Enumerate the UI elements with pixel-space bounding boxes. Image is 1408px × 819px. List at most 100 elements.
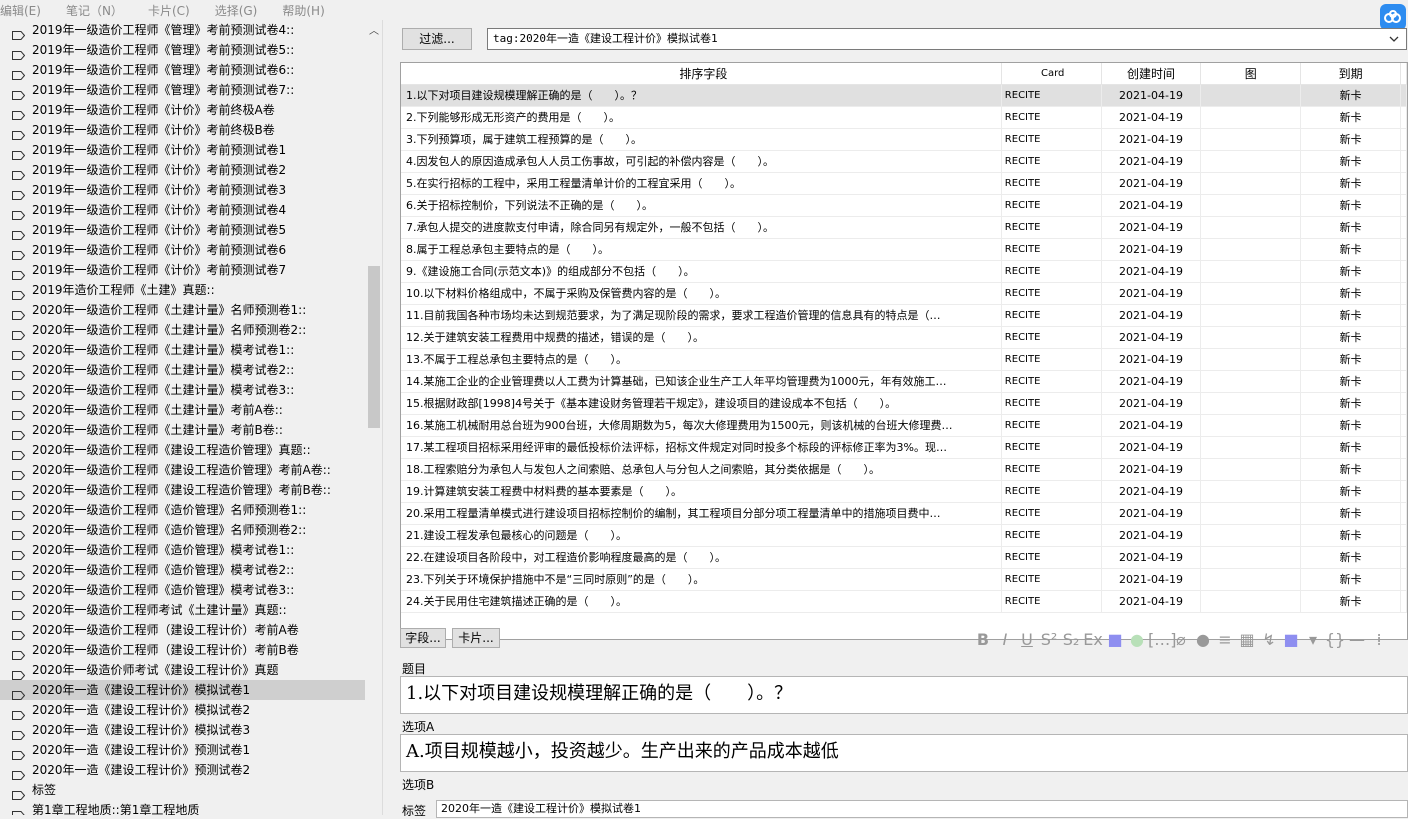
table-row[interactable]: 20.采用工程量清单模式进行建设项目招标控制价的编制，其工程项目分部分项工程量清…: [401, 503, 1407, 525]
field-editor[interactable]: A.项目规模越小，投资越少。生产出来的产品成本越低: [400, 734, 1408, 772]
table-row[interactable]: 2.下列能够形成无形资产的费用是（ ）。 RECITE 2021-04-19 新卡: [401, 107, 1407, 129]
sidebar-item[interactable]: 2019年造价工程师《土建》真题::: [0, 280, 365, 300]
table-row[interactable]: 19.计算建筑安装工程费中材料费的基本要素是（ ）。 RECITE 2021-04-…: [401, 481, 1407, 503]
sidebar-item[interactable]: 2019年一级造价工程师《管理》考前预测试卷6::: [0, 60, 365, 80]
table-row[interactable]: 21.建设工程发承包最核心的问题是（ ）。 RECITE 2021-04-19 新卡: [401, 525, 1407, 547]
sidebar-item[interactable]: 2020年一级造价工程师《造价管理》模考试卷3::: [0, 580, 365, 600]
table-row[interactable]: 8.属于工程总承包主要特点的是（ ）。 RECITE 2021-04-19 新卡: [401, 239, 1407, 261]
sidebar-item[interactable]: 2020年一级造价工程师《土建计量》考前A卷::: [0, 400, 365, 420]
table-row[interactable]: 18.工程索赔分为承包人与发包人之间索赔、总承包人与分包人之间索赔，其分类依据是…: [401, 459, 1407, 481]
sidebar-item[interactable]: 2019年一级造价工程师《管理》考前预测试卷5::: [0, 40, 365, 60]
record-icon[interactable]: ●: [1192, 630, 1214, 649]
search-input[interactable]: tag:2020年一造《建设工程计价》模拟试卷1: [487, 28, 1407, 50]
sidebar-item[interactable]: 2020年一级造价工程师《造价管理》模考试卷1::: [0, 540, 365, 560]
sidebar-item[interactable]: 2020年一级造价工程师《土建计量》名师预测卷1::: [0, 300, 365, 320]
menu-item[interactable]: 编辑(E): [0, 2, 50, 19]
code-icon[interactable]: {}: [1324, 630, 1346, 649]
sidebar-item[interactable]: 2019年一级造价工程师《计价》考前预测试卷2: [0, 160, 365, 180]
cards-button[interactable]: 卡片...: [452, 628, 500, 648]
table-row[interactable]: 22.在建设项目各阶段中，对工程造价影响程度最高的是（ ）。 RECITE 2021…: [401, 547, 1407, 569]
sidebar-item[interactable]: 2020年一级造价工程师（建设工程计价）考前B卷: [0, 640, 365, 660]
sidebar-item[interactable]: 2020年一级造价工程师《土建计量》考前B卷::: [0, 420, 365, 440]
sidebar-item[interactable]: 2020年一造《建设工程计价》模拟试卷1: [0, 680, 365, 700]
table-row[interactable]: 14.某施工企业的企业管理费以人工费为计算基础，已知该企业生产工人年平均管理费为…: [401, 371, 1407, 393]
underline-icon[interactable]: U: [1016, 630, 1038, 649]
chevron-down-icon[interactable]: [1388, 33, 1400, 45]
strike-icon[interactable]: ↯: [1258, 630, 1280, 649]
sidebar-item[interactable]: 2020年一造《建设工程计价》预测试卷1: [0, 740, 365, 760]
scroll-up-icon[interactable]: ︿: [368, 22, 380, 37]
cloze-icon[interactable]: […]: [1148, 630, 1176, 649]
table-row[interactable]: 9.《建设施工合同(示范文本)》的组成部分不包括（ ）。 RECITE 2021-0…: [401, 261, 1407, 283]
table-row[interactable]: 11.目前我国各种市场均未达到规范要求，为了满足现阶段的需求，要求工程造价管理的…: [401, 305, 1407, 327]
italic-icon[interactable]: I: [994, 630, 1016, 649]
subscript-icon[interactable]: S₂: [1060, 630, 1082, 649]
table-icon[interactable]: ▦: [1236, 630, 1258, 649]
sidebar-item[interactable]: 2020年一级造价工程师《土建计量》模考试卷2::: [0, 360, 365, 380]
sidebar-item[interactable]: 2020年一级造价工程师《建设工程造价管理》考前A卷::: [0, 460, 365, 480]
attach-icon[interactable]: ⌀: [1170, 630, 1192, 649]
table-row[interactable]: 6.关于招标控制价，下列说法不正确的是（ ）。 RECITE 2021-04-19 新…: [401, 195, 1407, 217]
sidebar-item[interactable]: 2020年一级造价工程师《建设工程造价管理》考前B卷::: [0, 480, 365, 500]
sidebar-item[interactable]: 2020年一级造价工程师考试《土建计量》真题::: [0, 600, 365, 620]
superscript-icon[interactable]: S²: [1038, 630, 1060, 649]
sidebar-item[interactable]: 2019年一级造价工程师《计价》考前终极B卷: [0, 120, 365, 140]
scrollbar-thumb[interactable]: [368, 266, 380, 428]
table-row[interactable]: 17.某工程项目招标采用经评审的最低投标价法评标，招标文件规定对同时投多个标段的…: [401, 437, 1407, 459]
list-icon[interactable]: ≡: [1214, 630, 1236, 649]
sidebar-item[interactable]: 第1章工程地质::第1章工程地质: [0, 800, 365, 815]
table-row[interactable]: 5.在实行招标的工程中，采用工程量清单计价的工程宜采用（ ）。 RECITE 202…: [401, 173, 1407, 195]
sidebar-item[interactable]: 2019年一级造价工程师《计价》考前预测试卷1: [0, 140, 365, 160]
highlight-color-icon[interactable]: ●: [1126, 630, 1148, 649]
more-icon[interactable]: ⁞: [1368, 630, 1390, 649]
sidebar-item[interactable]: 2019年一级造价工程师《管理》考前预测试卷7::: [0, 80, 365, 100]
menu-item[interactable]: 笔记（N）: [66, 2, 132, 19]
sidebar-item[interactable]: 2019年一级造价工程师《计价》考前预测试卷6: [0, 240, 365, 260]
table-row[interactable]: 13.不属于工程总承包主要特点的是（ ）。 RECITE 2021-04-19 新卡: [401, 349, 1407, 371]
sidebar-item[interactable]: 2019年一级造价工程师《计价》考前预测试卷5: [0, 220, 365, 240]
column-header[interactable]: 创建时间: [1102, 63, 1202, 85]
sidebar-item[interactable]: 2020年一级造价工程师《土建计量》名师预测卷2::: [0, 320, 365, 340]
sidebar-item[interactable]: 2020年一级造价师考试《建设工程计价》真题: [0, 660, 365, 680]
fields-button[interactable]: 字段...: [400, 628, 446, 648]
dropdown-icon[interactable]: ▾: [1302, 630, 1324, 649]
field-editor[interactable]: 1.以下对项目建设规模理解正确的是（ ）。？: [400, 676, 1408, 714]
table-row[interactable]: 24.关于民用住宅建筑描述正确的是（ ）。 RECITE 2021-04-19 新卡: [401, 591, 1407, 613]
table-row[interactable]: 12.关于建筑安装工程费用中规费的描述，错误的是（ ）。 RECITE 2021-0…: [401, 327, 1407, 349]
sidebar-item[interactable]: 2020年一级造价工程师（建设工程计价）考前A卷: [0, 620, 365, 640]
menu-item[interactable]: 卡片(C): [148, 2, 199, 19]
table-row[interactable]: 7.承包人提交的进度款支付申请，除合同另有规定外，一般不包括（ ）。 RECITE…: [401, 217, 1407, 239]
menu-item[interactable]: 帮助(H): [282, 2, 333, 19]
sidebar-item[interactable]: 2020年一级造价工程师《建设工程造价管理》真题::: [0, 440, 365, 460]
sidebar-item[interactable]: 2019年一级造价工程师《管理》考前预测试卷4::: [0, 20, 365, 40]
filter-button[interactable]: 过滤...: [402, 28, 472, 50]
sidebar-scrollbar[interactable]: ︿: [366, 20, 382, 815]
clear-format-icon[interactable]: Ex: [1082, 630, 1104, 649]
table-row[interactable]: 4.因发包人的原因造成承包人人员工伤事故，可引起的补偿内容是（ ）。 RECITE…: [401, 151, 1407, 173]
sidebar-item[interactable]: 标签: [0, 780, 365, 800]
sidebar-item[interactable]: 2020年一级造价工程师《土建计量》模考试卷1::: [0, 340, 365, 360]
sidebar-item[interactable]: 2020年一级造价工程师《造价管理》名师预测卷2::: [0, 520, 365, 540]
sidebar-item[interactable]: 2020年一造《建设工程计价》模拟试卷2: [0, 700, 365, 720]
text-color-icon[interactable]: ■: [1104, 630, 1126, 649]
color-picker-icon[interactable]: ■: [1280, 630, 1302, 649]
sidebar-item[interactable]: 2019年一级造价工程师《计价》考前预测试卷4: [0, 200, 365, 220]
bold-icon[interactable]: B: [972, 630, 994, 649]
table-row[interactable]: 1.以下对项目建设规模理解正确的是（ ）。？ RECITE 2021-04-19 新卡: [401, 85, 1407, 107]
table-row[interactable]: 15.根据财政部[1998]4号关于《基本建设财务管理若干规定》，建设项目的建设…: [401, 393, 1407, 415]
sidebar-item[interactable]: 2020年一造《建设工程计价》模拟试卷3: [0, 720, 365, 740]
menu-item[interactable]: 选择(G): [215, 2, 267, 19]
sidebar-item[interactable]: 2019年一级造价工程师《计价》考前终极A卷: [0, 100, 365, 120]
sidebar-item[interactable]: 2020年一造《建设工程计价》预测试卷2: [0, 760, 365, 780]
table-row[interactable]: 10.以下材料价格组成中，不属于采购及保管费内容的是（ ）。 RECITE 2021…: [401, 283, 1407, 305]
sidebar-item[interactable]: 2019年一级造价工程师《计价》考前预测试卷7: [0, 260, 365, 280]
hr-icon[interactable]: —: [1346, 630, 1368, 649]
pane-divider[interactable]: [382, 20, 396, 815]
sidebar-item[interactable]: 2020年一级造价工程师《土建计量》模考试卷3::: [0, 380, 365, 400]
column-header[interactable]: 图: [1201, 63, 1302, 85]
table-row[interactable]: 16.某施工机械耐用总台班为900台班，大修周期数为5，每次大修理费用为1500…: [401, 415, 1407, 437]
column-header[interactable]: Card: [1002, 63, 1102, 85]
column-header[interactable]: 到期: [1301, 63, 1401, 85]
tags-input[interactable]: 2020年一造《建设工程计价》模拟试卷1: [436, 800, 1408, 818]
column-header[interactable]: 排序字段: [401, 63, 1002, 85]
